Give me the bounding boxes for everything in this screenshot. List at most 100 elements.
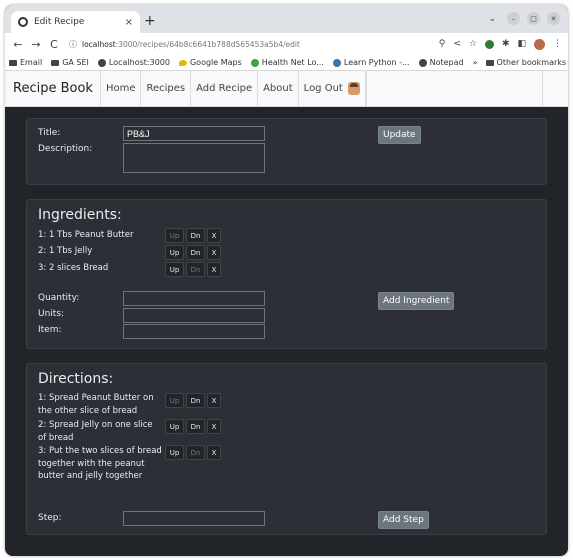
quantity-label: Quantity: xyxy=(38,293,80,303)
globe-icon xyxy=(18,17,28,27)
share-icon[interactable]: < xyxy=(453,39,461,49)
folder-icon xyxy=(485,59,494,66)
bookmark-label: Other bookmarks xyxy=(496,58,567,67)
new-tab-button[interactable]: + xyxy=(144,13,156,29)
direction-step: 3: Put the two slices of bread together … xyxy=(38,446,162,481)
description-input[interactable] xyxy=(123,143,265,173)
direction-step: 1: Spread Peanut Butter on the other sli… xyxy=(38,393,154,416)
bookmark-learn-python[interactable]: Learn Python -... xyxy=(332,58,410,67)
browser-tab[interactable]: Edit Recipe × xyxy=(11,11,140,33)
toolbar-icons: ⚲ < ☆ ✱ ◧ ⋮ xyxy=(439,38,562,50)
browser-toolbar: ← → C ⓘ localhost:3000/recipes/64b8c6641… xyxy=(5,33,568,55)
ingredient-item: 2: 1 Tbs Jelly xyxy=(38,246,93,256)
bookmark-label: Health Net Lo... xyxy=(261,58,324,67)
bookmarks-right: » Other bookmarks xyxy=(473,58,568,67)
step-controls: Up Dn X xyxy=(165,445,221,460)
move-up-button[interactable]: Up xyxy=(165,445,184,460)
bookmark-ga-sei[interactable]: GA SEI xyxy=(51,58,89,67)
remove-button[interactable]: X xyxy=(207,445,221,460)
extensions-puzzle-icon[interactable]: ✱ xyxy=(502,39,510,49)
ingredients-card: Ingredients: 1: 1 Tbs Peanut Butter Up D… xyxy=(26,199,547,349)
reload-icon[interactable]: C xyxy=(47,38,61,51)
address-bar[interactable]: ⓘ localhost:3000/recipes/64b8c6641b788d5… xyxy=(69,39,433,50)
remove-button[interactable]: X xyxy=(207,393,221,408)
tab-search-icon[interactable]: ⌄ xyxy=(488,14,496,24)
globe-icon xyxy=(97,58,106,67)
ingredient-controls: Up Dn X xyxy=(165,245,221,260)
remove-button[interactable]: X xyxy=(207,262,221,277)
ingredient-controls: Up Dn X xyxy=(165,228,221,243)
step-label: Step: xyxy=(38,513,62,523)
remove-button[interactable]: X xyxy=(207,245,221,260)
move-up-button[interactable]: Up xyxy=(165,262,184,277)
extension-icon[interactable] xyxy=(484,39,494,49)
move-up-button[interactable]: Up xyxy=(165,245,184,260)
minimize-icon[interactable]: – xyxy=(507,12,520,25)
title-input[interactable] xyxy=(123,126,265,141)
nav-about[interactable]: About xyxy=(257,71,298,106)
side-panel-icon[interactable]: ◧ xyxy=(517,39,526,49)
bookmarks-bar: Email GA SEI Localhost:3000 Google Maps … xyxy=(5,55,568,71)
remove-button[interactable]: X xyxy=(207,228,221,243)
site-info-icon[interactable]: ⓘ xyxy=(69,39,77,50)
move-up-button[interactable]: Up xyxy=(165,419,184,434)
tab-close-icon[interactable]: × xyxy=(125,17,133,28)
step-input[interactable] xyxy=(123,511,265,526)
ingredients-heading: Ingredients: xyxy=(38,207,122,223)
move-up-button[interactable]: Up xyxy=(165,228,184,243)
move-down-button[interactable]: Dn xyxy=(186,393,205,408)
update-button[interactable]: Update xyxy=(378,126,421,144)
remove-button[interactable]: X xyxy=(207,419,221,434)
bookmark-health-net[interactable]: Health Net Lo... xyxy=(250,58,324,67)
app-navbar: Recipe Book Home Recipes Add Recipe Abou… xyxy=(5,71,568,107)
browser-window: Edit Recipe × + ⌄ – □ ✕ ← → C ⓘ localhos… xyxy=(5,5,568,556)
back-icon[interactable]: ← xyxy=(11,38,25,51)
quantity-input[interactable] xyxy=(123,291,265,306)
bookmark-notepad[interactable]: Notepad xyxy=(418,58,464,67)
tab-bar: Edit Recipe × + ⌄ – □ ✕ xyxy=(5,5,568,33)
step-controls: Up Dn X xyxy=(165,419,221,434)
bookmark-label: Learn Python -... xyxy=(343,58,410,67)
bookmark-email[interactable]: Email xyxy=(9,58,42,67)
nav-add-recipe[interactable]: Add Recipe xyxy=(190,71,257,106)
brand-link[interactable]: Recipe Book xyxy=(13,71,100,106)
recipe-details-card: Title: Description: Update xyxy=(26,118,547,185)
forward-icon[interactable]: → xyxy=(29,38,43,51)
directions-card: Directions: 1: Spread Peanut Butter on t… xyxy=(26,363,547,535)
globe-icon xyxy=(418,58,427,67)
page-content: Title: Description: Update Ingredients: … xyxy=(5,108,568,556)
move-down-button[interactable]: Dn xyxy=(186,262,205,277)
nav-log-out[interactable]: Log Out xyxy=(297,71,365,106)
close-window-icon[interactable]: ✕ xyxy=(547,12,560,25)
menu-icon[interactable]: ⋮ xyxy=(553,39,562,49)
ingredient-controls: Up Dn X xyxy=(165,262,221,277)
bookmark-other[interactable]: Other bookmarks xyxy=(485,58,567,67)
health-net-icon xyxy=(250,58,259,67)
add-step-button[interactable]: Add Step xyxy=(378,511,429,529)
nav-recipes[interactable]: Recipes xyxy=(140,71,190,106)
units-input[interactable] xyxy=(123,308,265,323)
move-down-button[interactable]: Dn xyxy=(186,445,205,460)
add-ingredient-button[interactable]: Add Ingredient xyxy=(378,292,455,310)
bookmark-label: Notepad xyxy=(429,58,464,67)
move-down-button[interactable]: Dn xyxy=(186,245,205,260)
zoom-icon[interactable]: ⚲ xyxy=(439,39,446,49)
window-controls: ⌄ – □ ✕ xyxy=(488,12,560,25)
profile-avatar-icon[interactable] xyxy=(534,38,545,50)
item-input[interactable] xyxy=(123,324,265,339)
directions-heading: Directions: xyxy=(38,371,114,387)
move-down-button[interactable]: Dn xyxy=(186,228,205,243)
bookmark-star-icon[interactable]: ☆ xyxy=(469,39,477,49)
move-up-button[interactable]: Up xyxy=(165,393,184,408)
nav-home[interactable]: Home xyxy=(99,71,141,106)
maximize-icon[interactable]: □ xyxy=(527,12,540,25)
bookmark-localhost[interactable]: Localhost:3000 xyxy=(97,58,170,67)
bookmark-google-maps[interactable]: Google Maps xyxy=(178,58,242,67)
log-out-label: Log Out xyxy=(303,83,343,94)
move-down-button[interactable]: Dn xyxy=(186,419,205,434)
user-avatar xyxy=(347,82,360,95)
map-pin-icon xyxy=(178,59,187,66)
description-label: Description: xyxy=(38,144,93,154)
ingredient-item: 3: 2 slices Bread xyxy=(38,263,109,273)
more-bookmarks-button[interactable]: » xyxy=(473,58,478,67)
